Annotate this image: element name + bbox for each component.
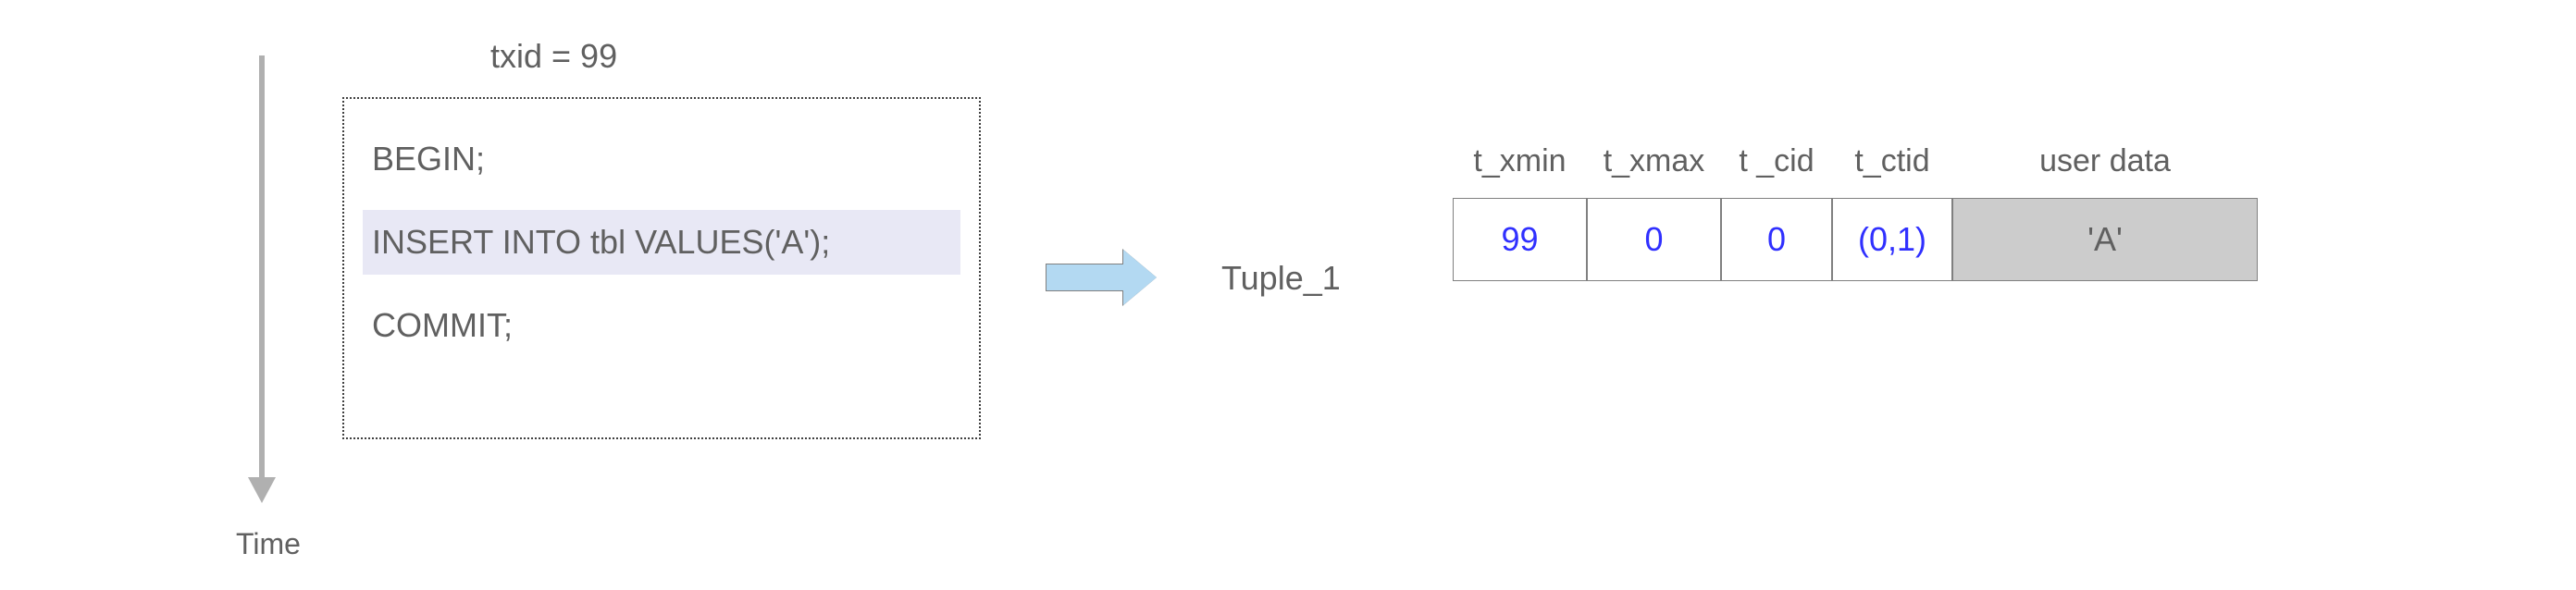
tuple-table: t_xmin t_xmax t _cid t_ctid user data 99… <box>1453 143 2258 281</box>
txid-label: txid = 99 <box>490 37 617 76</box>
header-xmin: t_xmin <box>1453 143 1587 179</box>
time-axis-line <box>259 55 265 481</box>
tuple-header-row: t_xmin t_xmax t _cid t_ctid user data <box>1453 143 2258 179</box>
sql-insert-highlighted: INSERT INTO tbl VALUES('A'); <box>363 210 960 275</box>
transaction-box: BEGIN; INSERT INTO tbl VALUES('A'); COMM… <box>342 97 981 439</box>
sql-commit: COMMIT; <box>363 293 960 358</box>
header-cid: t _cid <box>1721 143 1832 179</box>
header-ctid: t_ctid <box>1832 143 1952 179</box>
cell-xmax: 0 <box>1587 198 1721 281</box>
tuple-data-row: 99 0 0 (0,1) 'A' <box>1453 198 2258 281</box>
cell-ctid: (0,1) <box>1832 198 1952 281</box>
header-xmax: t_xmax <box>1587 143 1721 179</box>
tuple-label: Tuple_1 <box>1221 259 1341 298</box>
cell-xmin: 99 <box>1453 198 1587 281</box>
time-axis-arrowhead <box>248 477 276 503</box>
time-axis-label: Time <box>236 527 301 561</box>
flow-arrow <box>1046 250 1157 305</box>
header-userdata: user data <box>1952 143 2258 179</box>
cell-cid: 0 <box>1721 198 1832 281</box>
sql-begin: BEGIN; <box>363 127 960 191</box>
cell-userdata: 'A' <box>1952 198 2258 281</box>
